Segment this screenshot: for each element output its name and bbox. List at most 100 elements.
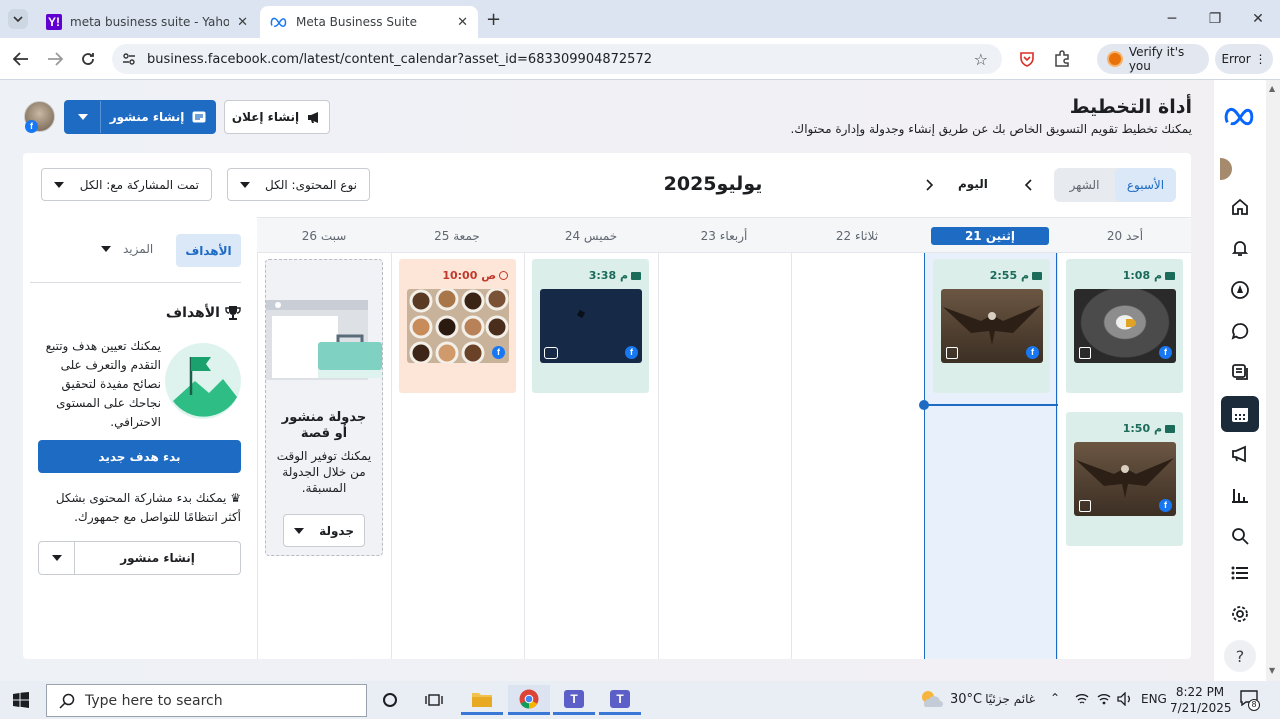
sidebar-create-post-dropdown[interactable]: [39, 542, 75, 574]
post-card-draft[interactable]: 10:00 ص f: [399, 259, 516, 393]
day-column-wed[interactable]: [658, 253, 791, 659]
taskbar-teams-2[interactable]: T: [599, 685, 641, 715]
today-button[interactable]: اليوم: [958, 177, 988, 191]
schedule-promo-card: جدولة منشور أو قصة يمكنك توفير الوقت من …: [265, 259, 383, 556]
new-goal-button[interactable]: بدء هدف جديد: [38, 440, 241, 473]
speaker-icon[interactable]: [1117, 692, 1133, 706]
address-bar-row: business.facebook.com/latest/content_cal…: [0, 38, 1280, 80]
menu-list-icon[interactable]: [1228, 561, 1252, 585]
schedule-button[interactable]: جدولة: [283, 514, 365, 547]
caret-down-icon: [77, 114, 88, 120]
megaphone-icon[interactable]: [1228, 442, 1252, 466]
arrow-left-icon: [13, 52, 28, 66]
reload-icon: [82, 53, 94, 65]
windows-start-button[interactable]: [0, 685, 42, 715]
network-icon[interactable]: [1075, 692, 1089, 706]
content-type-filter[interactable]: نوع المحتوى: الكل: [227, 168, 370, 201]
clock[interactable]: 8:22 PM 7/21/2025: [1170, 684, 1232, 716]
error-menu-button[interactable]: Error ⋮: [1215, 44, 1273, 74]
extension-shield-icon[interactable]: [1018, 50, 1036, 68]
post-icon: [192, 111, 206, 123]
verify-label: Verify it's you: [1128, 45, 1185, 73]
day-column-tue[interactable]: [791, 253, 924, 659]
folder-icon: [472, 692, 492, 707]
insights-bars-icon[interactable]: [1228, 483, 1252, 507]
maximize-button[interactable]: ❐: [1200, 8, 1230, 30]
url-input[interactable]: business.facebook.com/latest/content_cal…: [112, 44, 1002, 74]
create-post-dropdown[interactable]: [65, 101, 101, 133]
tab-meta-business-suite[interactable]: Meta Business Suite ✕: [260, 6, 478, 38]
image-type-icon: [946, 347, 958, 359]
window-close-button[interactable]: ✕: [1243, 8, 1273, 30]
chat-icon[interactable]: [1228, 319, 1252, 343]
reload-button[interactable]: [77, 48, 99, 70]
extensions-puzzle-icon[interactable]: [1053, 50, 1071, 68]
compass-icon[interactable]: [1228, 278, 1252, 302]
sidebar-create-post-split-button[interactable]: إنشاء منشور: [38, 541, 241, 575]
facebook-icon: f: [1159, 346, 1172, 359]
page-scrollbar[interactable]: ▲ ▼: [1266, 80, 1280, 681]
help-icon[interactable]: ?: [1224, 640, 1256, 672]
day-header-mon-today: إثنين 21: [931, 227, 1049, 245]
next-week-button[interactable]: [920, 175, 940, 195]
post-card[interactable]: 1:50 م f: [1066, 412, 1183, 546]
post-thumbnail-eagle-flying: f: [941, 289, 1043, 363]
search-icon[interactable]: [1228, 524, 1252, 548]
taskbar-teams-1[interactable]: T: [553, 685, 595, 715]
language-indicator[interactable]: ENG: [1141, 692, 1167, 706]
cortana-button[interactable]: [369, 685, 411, 715]
create-post-split-button[interactable]: إنشاء منشور: [64, 100, 216, 134]
content-type-filter-label: نوع المحتوى: الكل: [265, 177, 357, 192]
forward-button[interactable]: [44, 48, 66, 70]
tab-goals[interactable]: الأهداف: [176, 234, 241, 267]
taskbar-chrome[interactable]: [508, 685, 550, 715]
weather-label[interactable]: غائم جزئيًا: [985, 692, 1035, 706]
account-avatar[interactable]: [1220, 158, 1232, 180]
post-card[interactable]: 1:08 م f: [1066, 259, 1183, 393]
close-icon[interactable]: ✕: [237, 15, 248, 30]
view-week-button[interactable]: الأسبوع: [1115, 168, 1176, 202]
meta-logo-icon[interactable]: [1223, 104, 1257, 128]
view-month-button[interactable]: الشهر: [1054, 168, 1115, 202]
tab-more[interactable]: المزيد: [101, 242, 153, 256]
site-settings-icon[interactable]: [122, 52, 136, 66]
taskbar-search-input[interactable]: Type here to search: [46, 684, 367, 717]
calendar-nav-item-active[interactable]: [1221, 396, 1259, 432]
post-card[interactable]: 3:38 م f: [532, 259, 649, 393]
home-icon[interactable]: [1228, 195, 1252, 219]
page-avatar[interactable]: f: [24, 101, 55, 133]
shared-with-filter[interactable]: تمت المشاركة مع: الكل: [41, 168, 212, 201]
clock-time: 8:22 PM: [1175, 685, 1225, 699]
verify-profile-button[interactable]: Verify it's you: [1097, 44, 1209, 74]
taskbar-file-explorer[interactable]: [461, 685, 503, 715]
bookmark-star-icon[interactable]: ☆: [974, 50, 988, 69]
content-icon[interactable]: [1228, 360, 1252, 384]
notification-center-button[interactable]: 8: [1240, 690, 1260, 711]
back-button[interactable]: [10, 48, 32, 70]
caret-down-icon: [101, 246, 111, 252]
sidebar-create-post-button[interactable]: إنشاء منشور: [75, 551, 240, 565]
new-tab-button[interactable]: +: [486, 9, 501, 30]
day-header-sat: سبت 26: [301, 229, 347, 243]
chevron-up-icon[interactable]: ⌃: [1050, 691, 1060, 705]
page-subtitle: يمكنك تخطيط تقويم التسويق الخاص بك عن طر…: [790, 122, 1192, 136]
close-icon[interactable]: ✕: [457, 15, 468, 30]
minimize-button[interactable]: ─: [1157, 8, 1187, 30]
post-card[interactable]: 2:55 م f: [933, 259, 1050, 393]
task-view-button[interactable]: [413, 685, 455, 715]
weather-cloud-sun-icon[interactable]: [919, 689, 943, 711]
prev-week-button[interactable]: [1018, 175, 1038, 195]
toolbox-illustration: [266, 272, 382, 380]
weather-temp[interactable]: 30°C: [950, 692, 982, 707]
tab-search-button[interactable]: [8, 9, 28, 29]
bell-icon[interactable]: [1228, 236, 1252, 260]
share-tip-text: يمكنك بدء مشاركة المحتوى بشكل أكثر انتظا…: [55, 491, 241, 524]
wifi-icon[interactable]: [1097, 692, 1111, 706]
teams-icon: T: [610, 689, 630, 708]
create-ad-button[interactable]: إنشاء إعلان: [224, 100, 330, 134]
gear-icon[interactable]: [1228, 602, 1252, 626]
tab-title: Meta Business Suite: [296, 15, 417, 29]
post-time: 2:55 م: [990, 269, 1042, 282]
tab-yahoo[interactable]: Y! meta business suite - Yahoo Se ✕: [36, 6, 258, 38]
create-post-button[interactable]: إنشاء منشور: [101, 110, 215, 124]
